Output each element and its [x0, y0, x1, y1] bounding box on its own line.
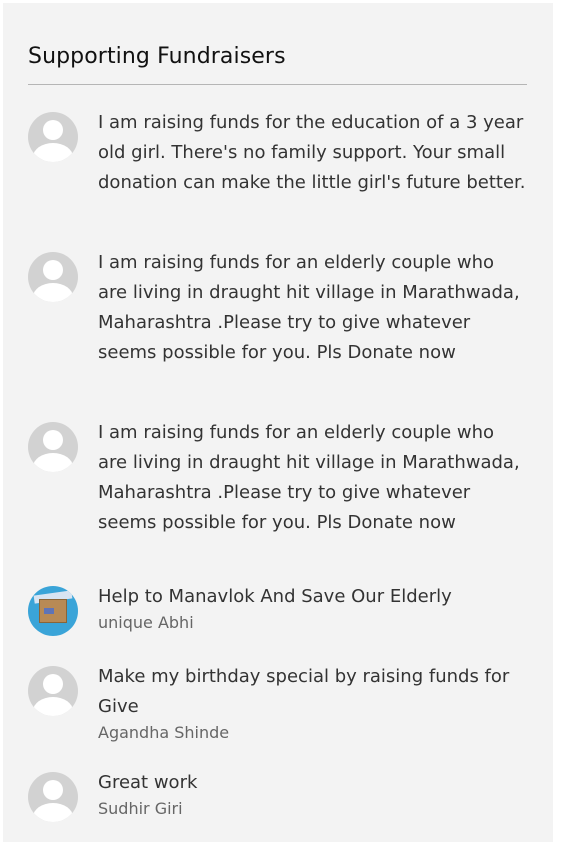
donation-box-photo[interactable] [28, 586, 78, 636]
fundraiser-author: Agandha Shinde [98, 723, 230, 742]
title-divider [28, 84, 527, 85]
default-user-icon[interactable] [28, 422, 78, 472]
supporting-fundraisers-panel: Supporting Fundraisers I am raising fund… [3, 3, 553, 842]
fundraiser-title-link[interactable]: I am raising funds for the education of … [98, 108, 528, 198]
fundraiser-item[interactable]: I am raising funds for an elderly couple… [28, 248, 528, 418]
fundraiser-author: Sudhir Giri [98, 799, 183, 818]
panel-title: Supporting Fundraisers [28, 44, 286, 69]
default-user-icon[interactable] [28, 252, 78, 302]
fundraiser-item[interactable]: Make my birthday special by raising fund… [28, 662, 528, 768]
fundraiser-author: unique Abhi [98, 613, 194, 632]
fundraiser-title-link[interactable]: Make my birthday special by raising fund… [98, 662, 528, 722]
fundraiser-list: I am raising funds for the education of … [28, 108, 528, 828]
fundraiser-title-link[interactable]: I am raising funds for an elderly couple… [98, 248, 528, 368]
default-user-icon[interactable] [28, 772, 78, 822]
fundraiser-title-link[interactable]: I am raising funds for an elderly couple… [98, 418, 528, 538]
fundraiser-item[interactable]: Help to Manavlok And Save Our Elderly un… [28, 582, 528, 662]
fundraiser-item[interactable]: Great work Sudhir Giri [28, 768, 528, 828]
default-user-icon[interactable] [28, 112, 78, 162]
default-user-icon[interactable] [28, 666, 78, 716]
fundraiser-title-link[interactable]: Great work [98, 768, 528, 798]
fundraiser-title-link[interactable]: Help to Manavlok And Save Our Elderly [98, 582, 528, 612]
fundraiser-item[interactable]: I am raising funds for the education of … [28, 108, 528, 248]
fundraiser-item[interactable]: I am raising funds for an elderly couple… [28, 418, 528, 582]
